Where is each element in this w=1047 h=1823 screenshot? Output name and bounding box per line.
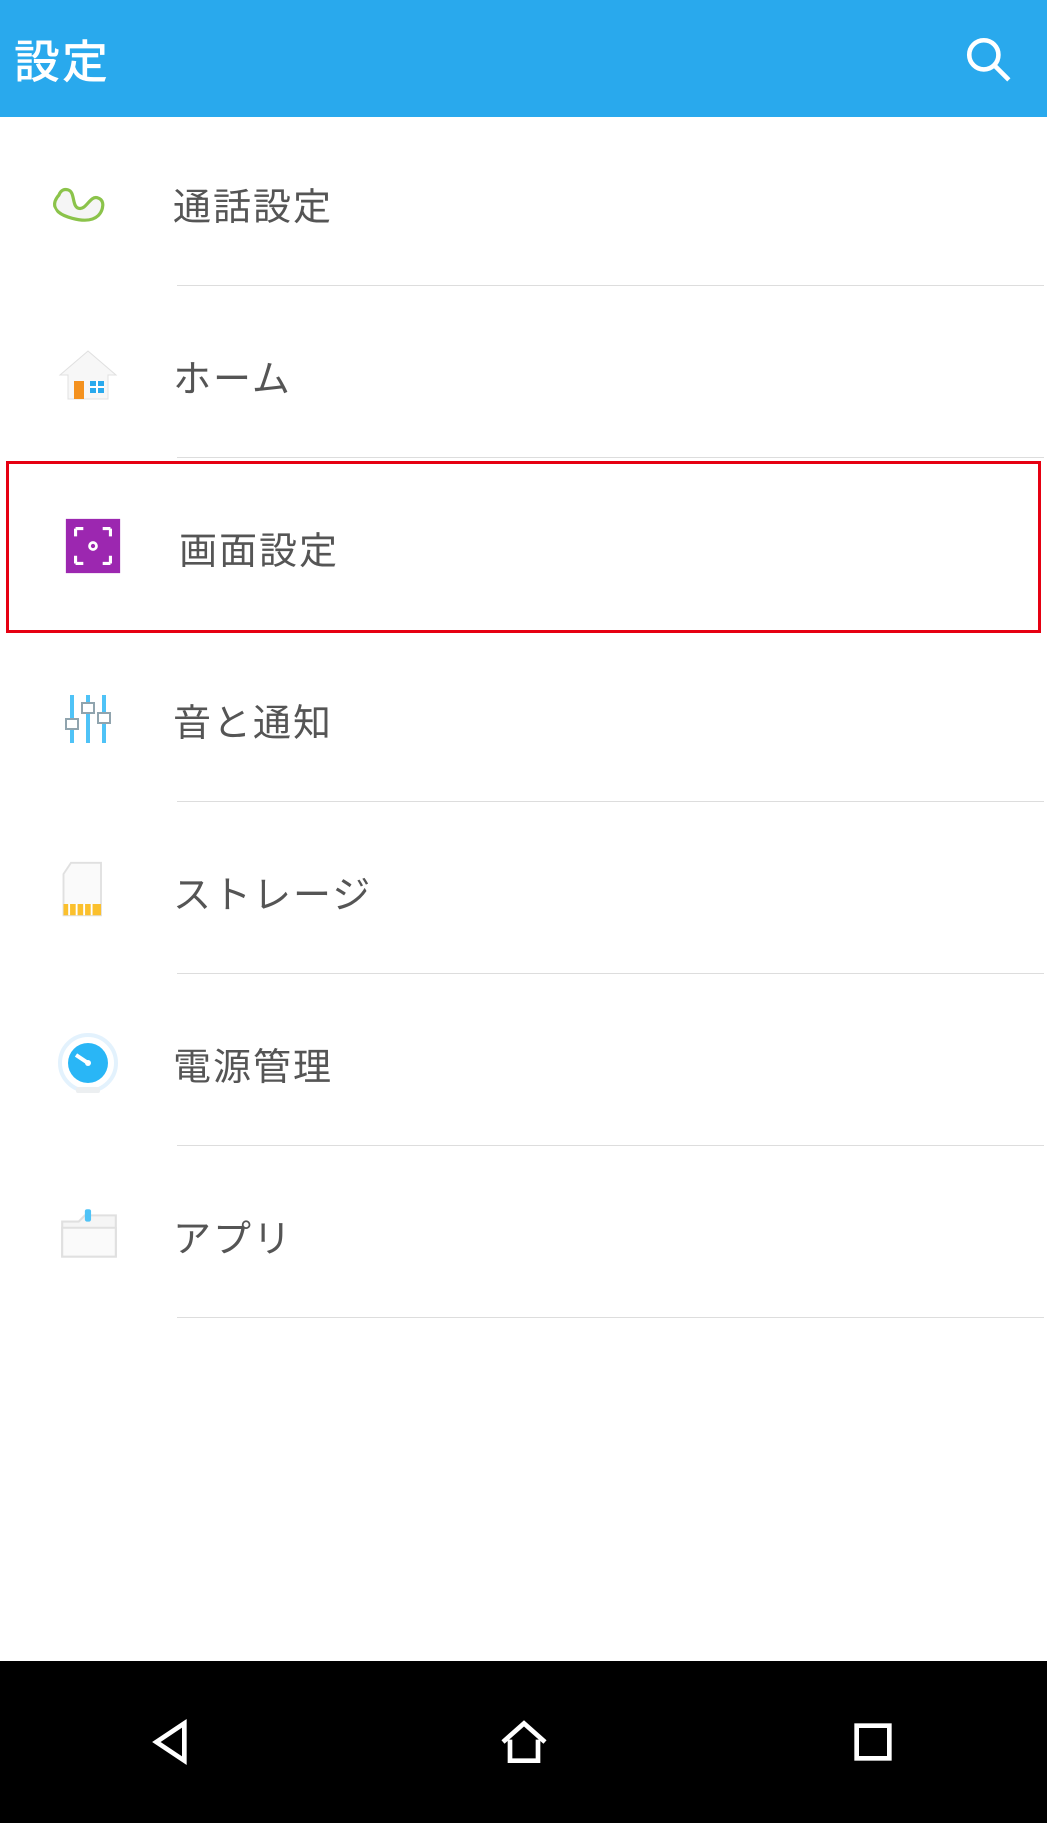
nav-back-button[interactable]	[135, 1702, 215, 1782]
settings-screen: 設定 通話設定	[0, 0, 1047, 1823]
settings-item-label: アプリ	[173, 1208, 1044, 1263]
nav-recent-button[interactable]	[833, 1702, 913, 1782]
divider	[177, 1145, 1044, 1146]
gauge-icon	[3, 1031, 173, 1095]
home-icon	[3, 343, 173, 407]
settings-item-display[interactable]: 画面設定	[6, 461, 1041, 633]
divider	[177, 801, 1044, 802]
phone-icon	[3, 171, 173, 235]
search-icon	[963, 34, 1013, 84]
sdcard-icon	[3, 859, 173, 923]
folder-icon	[3, 1203, 173, 1267]
divider	[177, 973, 1044, 974]
settings-item-label: 画面設定	[179, 520, 1038, 575]
recent-icon	[845, 1714, 901, 1770]
settings-item-apps[interactable]: アプリ	[0, 1149, 1047, 1321]
settings-item-home[interactable]: ホーム	[0, 289, 1047, 461]
settings-item-sound[interactable]: 音と通知	[0, 633, 1047, 805]
sliders-icon	[3, 687, 173, 751]
search-button[interactable]	[953, 24, 1023, 94]
settings-item-label: 電源管理	[173, 1036, 1044, 1091]
system-navbar	[0, 1661, 1047, 1823]
app-header: 設定	[0, 0, 1047, 117]
settings-item-label: ストレージ	[173, 864, 1044, 919]
display-icon	[9, 515, 179, 579]
back-icon	[147, 1714, 203, 1770]
settings-item-storage[interactable]: ストレージ	[0, 805, 1047, 977]
page-title: 設定	[14, 26, 110, 92]
divider	[177, 457, 1044, 458]
settings-item-label: 音と通知	[173, 692, 1044, 747]
settings-list: 通話設定 ホーム	[0, 117, 1047, 1661]
divider	[177, 1317, 1044, 1318]
settings-item-call[interactable]: 通話設定	[0, 117, 1047, 289]
settings-item-label: ホーム	[173, 348, 1044, 403]
nav-home-button[interactable]	[484, 1702, 564, 1782]
settings-item-label: 通話設定	[173, 176, 1044, 231]
settings-item-power[interactable]: 電源管理	[0, 977, 1047, 1149]
divider	[177, 285, 1044, 286]
nav-home-icon	[496, 1714, 552, 1770]
